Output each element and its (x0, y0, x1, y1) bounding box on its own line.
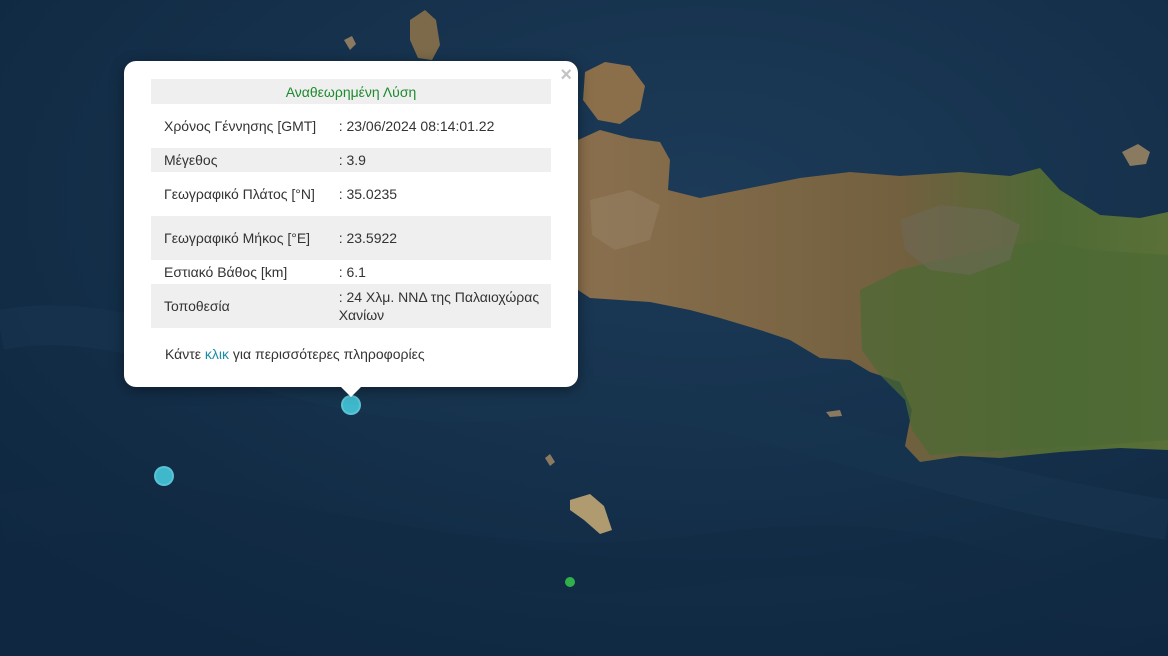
table-row: Τοποθεσία : 24 Χλμ. ΝΝΔ της Παλαιοχώρας … (151, 284, 551, 328)
earthquake-marker-selected[interactable] (341, 395, 361, 415)
table-row: Εστιακό Βάθος [km] : 6.1 (151, 260, 551, 284)
earthquake-info-table: Αναθεωρημένη Λύση Χρόνος Γέννησης [GMT] … (151, 79, 551, 328)
longitude-value: : 23.5922 (333, 216, 551, 260)
popup-title: Αναθεωρημένη Λύση (151, 79, 551, 104)
close-icon[interactable]: × (560, 65, 572, 85)
depth-value: : 6.1 (338, 264, 366, 280)
location-value: : 24 Χλμ. ΝΝΔ της Παλαιοχώρας Χανίων (333, 284, 551, 328)
earthquake-info-popup: × Αναθεωρημένη Λύση Χρόνος Γέννησης [GMT… (124, 61, 578, 397)
latitude-value: : 35.0235 (338, 186, 398, 202)
longitude-label: Γεωγραφικό Μήκος [°E] (151, 216, 334, 260)
table-row: Χρόνος Γέννησης [GMT] : 23/06/2024 08:14… (151, 104, 551, 148)
location-label: Τοποθεσία (151, 284, 334, 328)
depth-label: Εστιακό Βάθος [km] (164, 264, 288, 280)
more-info-note: Κάντε κλικ για περισσότερες πληροφορίες (165, 346, 425, 362)
origin-time-value: : 23/06/2024 08:14:01.22 (338, 118, 495, 134)
table-row: Γεωγραφικό Μήκος [°E] : 23.5922 (151, 216, 551, 260)
note-text-before: Κάντε (165, 346, 205, 362)
more-info-link[interactable]: κλικ (205, 346, 229, 362)
popup-title-row: Αναθεωρημένη Λύση (151, 79, 551, 104)
table-row: Μέγεθος : 3.9 (151, 148, 551, 172)
magnitude-label: Μέγεθος (151, 148, 334, 172)
latitude-label: Γεωγραφικό Πλάτος [°N] (164, 186, 315, 202)
popup-tip (340, 386, 362, 397)
earthquake-marker-minor[interactable] (565, 577, 575, 587)
table-row: Γεωγραφικό Πλάτος [°N] : 35.0235 (151, 172, 551, 216)
note-text-after: για περισσότερες πληροφορίες (229, 346, 425, 362)
magnitude-value: : 3.9 (333, 148, 551, 172)
origin-time-label: Χρόνος Γέννησης [GMT] (164, 118, 317, 134)
earthquake-marker[interactable] (154, 466, 174, 486)
